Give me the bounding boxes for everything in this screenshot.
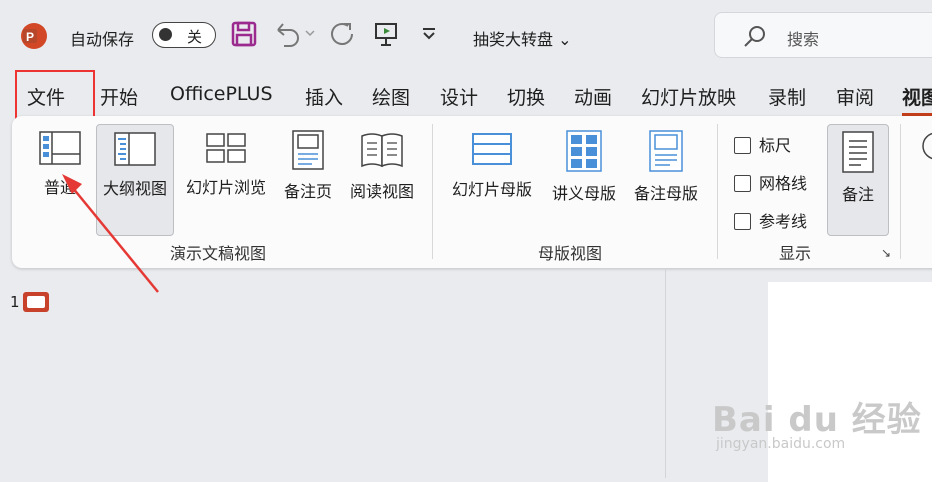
guides-checkbox[interactable]: 参考线: [734, 208, 807, 232]
notes-page-label: 备注页: [283, 182, 332, 201]
reading-view-icon: [361, 133, 403, 168]
tab-officeplus[interactable]: OfficePLUS: [170, 83, 273, 105]
checkbox-box: [734, 175, 751, 192]
customize-toolbar-icon[interactable]: [420, 26, 438, 42]
search-placeholder: 搜索: [787, 30, 820, 49]
tab-insert[interactable]: 插入: [305, 83, 343, 110]
present-from-start-icon[interactable]: [373, 20, 399, 48]
group-separator: [900, 124, 901, 259]
ribbon-tabs: 文件 开始 OfficePLUS 插入 绘图 设计 切换 动画 幻灯片放映 录制…: [0, 80, 932, 116]
notes-toggle-button[interactable]: 备注: [827, 124, 889, 236]
slide-master-label: 幻灯片母版: [451, 180, 532, 199]
notes-page-button[interactable]: 备注页: [278, 130, 338, 202]
document-name[interactable]: 抽奖大转盘 ⌄: [473, 26, 572, 50]
watermark-text: Bai du 经验: [712, 400, 922, 440]
redo-icon[interactable]: [328, 20, 356, 48]
normal-view-label: 普通: [43, 178, 76, 197]
tab-transitions[interactable]: 切换: [507, 83, 545, 110]
tab-animations[interactable]: 动画: [574, 83, 612, 110]
gridlines-checkbox[interactable]: 网格线: [734, 170, 807, 194]
autosave-label: 自动保存: [70, 30, 135, 49]
handout-master-icon: [566, 130, 602, 172]
notes-master-icon: [649, 130, 683, 172]
ruler-label: 标尺: [759, 136, 792, 155]
save-icon[interactable]: [231, 20, 257, 48]
group-separator: [432, 124, 433, 259]
outline-view-button[interactable]: 大纲视图: [96, 124, 174, 236]
group-label-show: 显示: [779, 244, 812, 263]
zoom-icon[interactable]: [918, 130, 932, 166]
notes-page-icon: [292, 130, 324, 170]
ruler-checkbox[interactable]: 标尺: [734, 132, 791, 156]
checkbox-box: [734, 213, 751, 230]
reading-view-button[interactable]: 阅读视图: [344, 130, 420, 202]
tab-review[interactable]: 审阅: [836, 83, 874, 110]
tab-record[interactable]: 录制: [768, 83, 806, 110]
reading-view-label: 阅读视图: [349, 182, 414, 201]
slide-sorter-label: 幻灯片浏览: [185, 178, 266, 197]
undo-icon[interactable]: [272, 20, 316, 48]
notes-label: 备注: [841, 185, 874, 204]
slide-number: 1: [10, 293, 20, 311]
group-label-master-views: 母版视图: [538, 244, 603, 263]
group-separator: [717, 124, 718, 259]
tab-draw[interactable]: 绘图: [372, 83, 410, 110]
autosave-toggle-state: 关: [187, 28, 203, 46]
svg-text:P: P: [26, 30, 34, 44]
title-bar: P 自动保存 关 抽奖大转盘 ⌄ 搜索: [0, 0, 932, 70]
autosave-toggle[interactable]: 关: [152, 22, 216, 48]
notes-icon: [842, 131, 874, 173]
slide-sorter-icon: [206, 133, 246, 163]
ribbon-view: 普通 大纲视图 幻灯片浏览 备注页 阅读视图 演示文稿视图 幻灯片母版 讲义母版…: [12, 116, 932, 268]
slide-thumbnail[interactable]: [23, 292, 49, 312]
notes-master-button[interactable]: 备注母版: [628, 130, 704, 204]
gridlines-label: 网格线: [759, 174, 808, 193]
slide-sorter-button[interactable]: 幻灯片浏览: [180, 130, 272, 198]
tab-home[interactable]: 开始: [100, 83, 138, 110]
checkbox-box: [734, 137, 751, 154]
tab-slideshow[interactable]: 幻灯片放映: [641, 83, 736, 110]
search-box[interactable]: 搜索: [714, 12, 932, 58]
toggle-knob: [159, 28, 172, 41]
tab-view[interactable]: 视图: [902, 83, 932, 116]
tab-design[interactable]: 设计: [440, 83, 478, 110]
normal-view-button[interactable]: 普通: [34, 130, 86, 198]
handout-master-button[interactable]: 讲义母版: [546, 130, 622, 204]
dialog-launcher-icon[interactable]: ↘: [881, 246, 891, 260]
search-icon: [744, 26, 765, 47]
outline-view-label: 大纲视图: [102, 179, 167, 198]
outline-view-icon: [114, 132, 156, 166]
handout-master-label: 讲义母版: [551, 184, 616, 203]
slide-master-icon: [472, 133, 512, 165]
group-label-presentation-views: 演示文稿视图: [170, 244, 267, 263]
watermark-url: jingyan.baidu.com: [716, 436, 846, 452]
notes-master-label: 备注母版: [633, 184, 698, 203]
guides-label: 参考线: [759, 212, 808, 231]
slide-master-button[interactable]: 幻灯片母版: [446, 130, 538, 200]
powerpoint-logo-icon[interactable]: P: [20, 22, 48, 50]
slide-canvas[interactable]: [768, 282, 932, 482]
pane-divider[interactable]: [665, 268, 666, 478]
normal-view-icon: [39, 131, 81, 165]
